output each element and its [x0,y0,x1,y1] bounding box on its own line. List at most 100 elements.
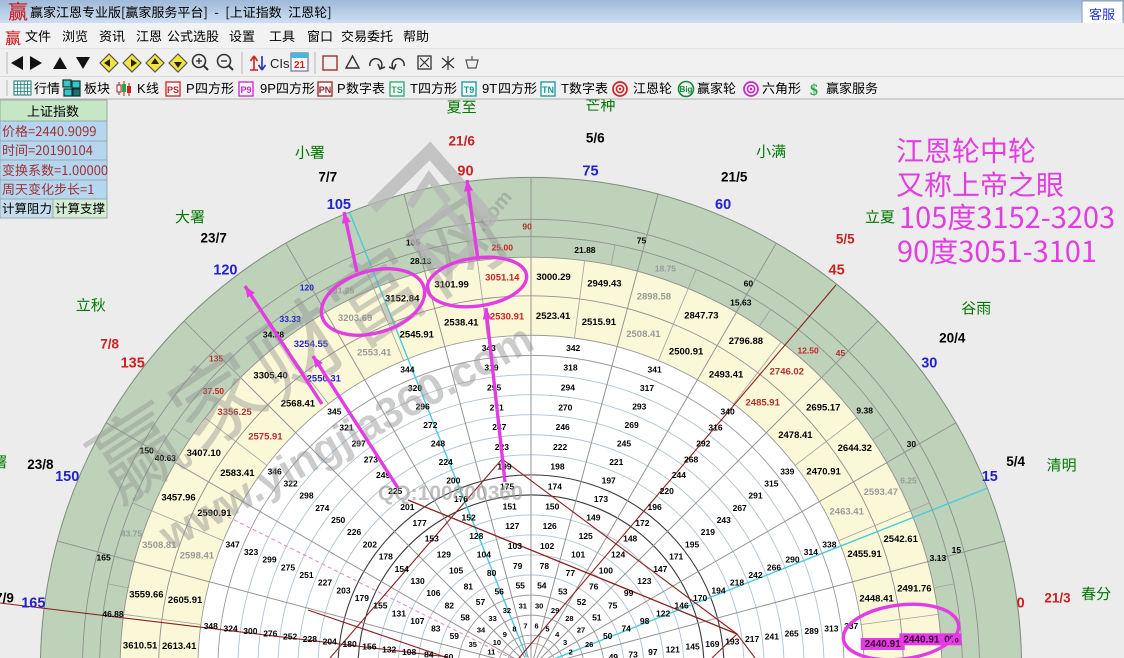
svg-text:172: 172 [635,518,649,528]
svg-text:315: 315 [764,479,778,489]
svg-text:23/8: 23/8 [27,457,54,472]
svg-text:60: 60 [744,279,754,289]
svg-text:2613.41: 2613.41 [162,641,197,652]
svg-text:269: 269 [625,420,639,430]
svg-text:QQ:100800360: QQ:100800360 [378,482,523,505]
svg-text:348: 348 [204,621,218,631]
svg-text:226: 226 [347,527,361,537]
svg-text:P: P [186,81,195,96]
svg-text:316: 316 [708,423,722,433]
svg-text:248: 248 [431,439,445,449]
svg-text:198: 198 [550,462,564,472]
svg-text:105: 105 [327,197,351,213]
svg-text:2455.91: 2455.91 [847,549,882,560]
svg-text:2538.41: 2538.41 [444,318,479,329]
svg-text:274: 274 [315,503,329,513]
svg-text:30: 30 [907,439,917,449]
svg-text:131: 131 [392,608,406,618]
svg-text:196: 196 [648,502,662,512]
svg-text:2593.47: 2593.47 [864,487,898,498]
svg-text:2949.43: 2949.43 [587,278,621,289]
svg-text:2542.61: 2542.61 [884,534,919,545]
svg-text:34: 34 [477,626,486,635]
svg-text:5/4: 5/4 [1006,454,1025,469]
svg-text:276: 276 [263,629,277,639]
svg-text:49: 49 [609,652,619,658]
svg-text:2440.91: 2440.91 [903,634,940,645]
svg-text:135: 135 [121,355,145,371]
svg-text:51: 51 [592,613,602,623]
svg-text:27: 27 [577,626,585,635]
svg-text:84: 84 [424,650,434,658]
svg-text:218: 218 [730,578,744,588]
svg-text:154: 154 [395,564,409,574]
svg-text:9P: 9P [260,81,276,96]
svg-text:81: 81 [464,581,474,591]
svg-text:227: 227 [318,578,332,588]
svg-text:122: 122 [656,608,670,618]
svg-text:128: 128 [469,531,483,541]
svg-text:146: 146 [675,601,689,611]
svg-text:$: $ [810,82,818,99]
svg-text:2545.91: 2545.91 [400,330,435,341]
svg-text:82: 82 [445,600,455,610]
svg-text:272: 272 [423,420,437,430]
svg-text:18.75: 18.75 [655,264,677,274]
svg-text:219: 219 [701,527,715,537]
svg-text:15: 15 [982,469,998,485]
svg-text:3051.14: 3051.14 [485,273,520,284]
svg-text:2440.91: 2440.91 [865,639,902,650]
svg-text:252: 252 [283,631,297,641]
svg-text:107: 107 [410,616,424,626]
svg-text:203: 203 [336,585,350,595]
svg-text:165: 165 [21,596,45,612]
svg-text:145: 145 [686,642,700,652]
svg-text:32: 32 [503,606,511,615]
svg-text:246: 246 [556,422,570,432]
svg-text:129: 129 [437,550,451,560]
svg-text:TS: TS [391,85,403,95]
svg-text:75: 75 [608,600,618,610]
svg-text:2796.88: 2796.88 [729,336,763,347]
svg-text:221: 221 [609,457,623,467]
svg-text:75: 75 [582,163,598,179]
svg-text:2515.91: 2515.91 [582,317,617,328]
svg-text:2: 2 [569,648,573,657]
svg-text:2448.41: 2448.41 [859,593,894,604]
svg-text:7: 7 [523,621,527,630]
svg-text:9.38: 9.38 [856,406,873,416]
svg-text:7/8: 7/8 [100,337,119,352]
svg-text:298: 298 [299,491,313,501]
svg-text:292: 292 [696,439,710,449]
svg-text:148: 148 [623,534,637,544]
svg-text:97: 97 [648,647,658,657]
svg-text:174: 174 [548,482,562,492]
svg-text:152: 152 [462,512,476,522]
svg-text:9T: 9T [482,81,497,96]
svg-text:53: 53 [558,586,568,596]
svg-text:170: 170 [693,593,707,603]
svg-text:123: 123 [637,576,651,586]
svg-text:T: T [561,81,569,96]
svg-text:30: 30 [921,355,937,371]
svg-text:338: 338 [822,539,836,549]
svg-text:P: P [337,81,346,96]
svg-text:106: 106 [426,588,440,598]
svg-text:5/5: 5/5 [836,232,855,247]
svg-text:245: 245 [617,439,631,449]
svg-text:121: 121 [666,644,680,654]
svg-text:293: 293 [632,402,646,412]
svg-text:5/6: 5/6 [586,131,605,146]
svg-text:52: 52 [577,597,587,607]
svg-text:60: 60 [444,652,454,658]
svg-text:58: 58 [460,613,470,623]
svg-text:125: 125 [579,531,593,541]
svg-text:7/9: 7/9 [0,591,14,606]
svg-text:224: 224 [439,457,453,467]
svg-text:103: 103 [508,541,522,551]
svg-text:21/5: 21/5 [721,169,748,184]
svg-text:21: 21 [294,60,306,71]
svg-text:165: 165 [97,553,111,563]
svg-text:342: 342 [566,343,580,353]
svg-text:108: 108 [402,647,416,657]
